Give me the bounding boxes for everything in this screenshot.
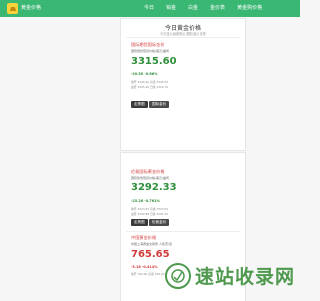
section-name: 国际期货国际金价 bbox=[131, 42, 165, 47]
nav-item-today[interactable]: 今日 bbox=[138, 3, 160, 14]
price-change: -20.50 -0.66% bbox=[131, 72, 158, 76]
price-meta-line1: 收开 769.00 高盘 769.20 bbox=[131, 272, 165, 276]
nav-item-platinum[interactable]: 铂金 bbox=[160, 3, 182, 14]
trend-chart-button[interactable]: 走势图 bbox=[131, 219, 148, 226]
price-change: -25.26 -0.761% bbox=[131, 199, 160, 203]
gold-bar-icon bbox=[7, 3, 18, 14]
nav-menu: 今日 铂金 白金 金价表 黄金购价格 bbox=[138, 3, 268, 14]
price-value: 3292.33 bbox=[131, 182, 177, 193]
nav-item-price-table[interactable]: 金价表 bbox=[204, 3, 231, 14]
top-nav: 黄金价格 今日 铂金 白金 金价表 黄金购价格 bbox=[0, 0, 300, 17]
brand-title: 黄金价格 bbox=[21, 5, 42, 11]
gold-price-card-top: 今日黄金价格 今天金价最新报价/国际金价走势 国际期货国际金价 国际纽约现货价格… bbox=[120, 18, 246, 151]
section-name: 伦敦国际黄金价格 bbox=[131, 169, 165, 174]
price-meta-line2: 最低 3290.88 日落 3291.20 bbox=[131, 212, 168, 216]
section-name: 中国黄金价格 bbox=[131, 235, 157, 240]
london-gold-button[interactable]: 伦敦金价 bbox=[149, 219, 170, 226]
price-value: 3315.60 bbox=[131, 56, 177, 67]
divider bbox=[126, 231, 240, 232]
price-change: -3.16 -0.414% bbox=[131, 265, 158, 269]
divider bbox=[126, 37, 240, 38]
watermark-logo-icon bbox=[165, 262, 191, 289]
trend-chart-button[interactable]: 走势图 bbox=[131, 101, 148, 108]
price-value: 765.65 bbox=[131, 249, 170, 260]
international-gold-button[interactable]: 国际金价 bbox=[149, 101, 170, 108]
watermark-text: 速站收录网 bbox=[195, 266, 296, 288]
watermark: 速站收录网 bbox=[165, 262, 295, 289]
brand[interactable]: 黄金价格 bbox=[7, 3, 41, 14]
price-meta-line1: 收开 3345.20 高盘 3345.50 bbox=[131, 80, 168, 84]
price-meta-line2: 最低 3305.40 日落 3314.70 bbox=[131, 85, 168, 89]
nav-item-white-gold[interactable]: 白金 bbox=[182, 3, 204, 14]
card-subtitle: 今天金价最新报价/国际金价走势 bbox=[160, 32, 206, 36]
section-desc: 国际纽约现货价格/美元/盎司 bbox=[131, 49, 170, 53]
section-desc: 国际伦敦现货价格/美元/盎司 bbox=[131, 176, 170, 180]
nav-item-gold-buy-price[interactable]: 黄金购价格 bbox=[231, 3, 268, 14]
section-desc: 中国上海黄金交易所 人民币/克 bbox=[131, 242, 172, 246]
price-meta-line1: 收开 3323.93 高盘 3323.93 bbox=[131, 207, 168, 211]
